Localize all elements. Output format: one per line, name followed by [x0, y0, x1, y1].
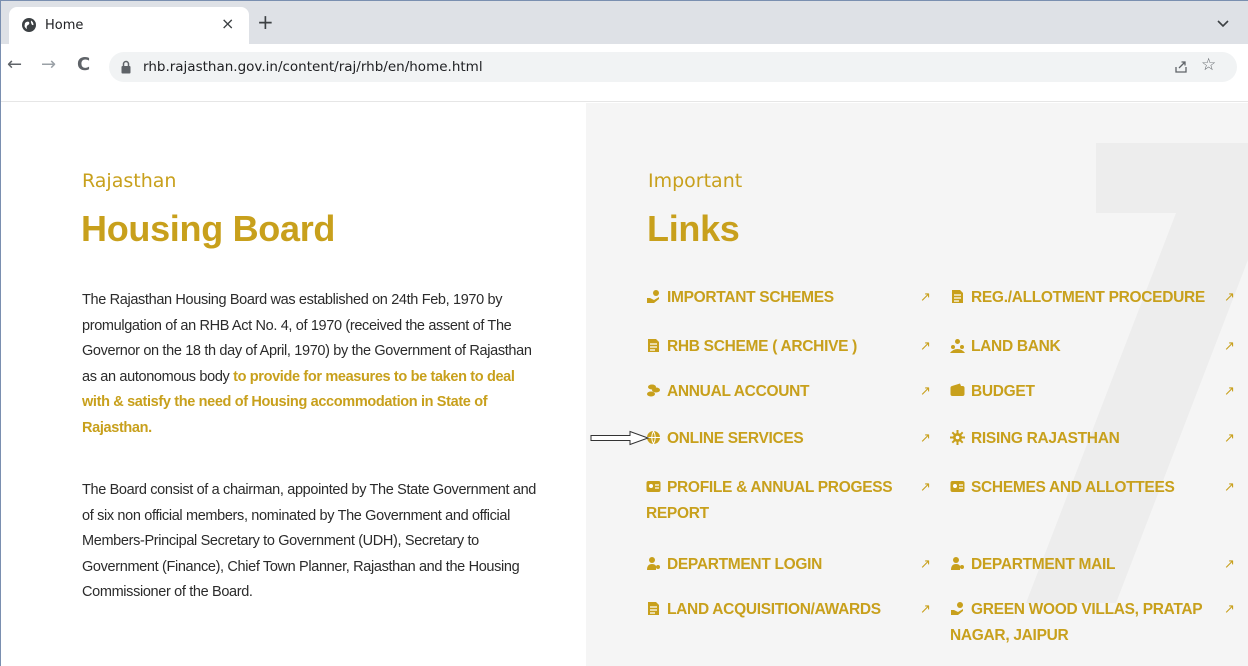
external-arrow-icon[interactable]: ↗ — [1224, 557, 1235, 572]
lock-icon[interactable] — [121, 60, 131, 74]
link-label: PROFILE & ANNUAL PROGESS REPORT — [646, 479, 893, 522]
link-label: LAND BANK — [971, 338, 1061, 355]
link-label: LAND ACQUISITION/AWARDS — [667, 601, 881, 618]
link-budget[interactable]: BUDGET — [950, 379, 1215, 405]
link-department-mail[interactable]: DEPARTMENT MAIL — [950, 552, 1215, 578]
external-arrow-icon[interactable]: ↗ — [1224, 431, 1235, 446]
wallet-icon — [950, 383, 965, 396]
external-arrow-icon[interactable]: ↗ — [1224, 384, 1235, 399]
money-hand-icon — [647, 290, 659, 303]
new-tab-button[interactable]: + — [257, 12, 274, 32]
external-arrow-icon[interactable]: ↗ — [920, 602, 931, 617]
external-arrow-icon[interactable]: ↗ — [920, 431, 931, 446]
link-label: ANNUAL ACCOUNT — [667, 383, 810, 400]
external-arrow-icon[interactable]: ↗ — [1224, 339, 1235, 354]
external-arrow-icon[interactable]: ↗ — [920, 557, 931, 572]
chevron-down-icon[interactable] — [1217, 19, 1229, 29]
address-bar[interactable]: rhb.rajasthan.gov.in/content/raj/rhb/en/… — [109, 52, 1237, 82]
external-arrow-icon[interactable]: ↗ — [1224, 290, 1235, 305]
link-label: RISING RAJASTHAN — [971, 430, 1120, 447]
link-schemes-and-allottees[interactable]: SCHEMES AND ALLOTTEES — [950, 475, 1215, 501]
document-icon — [952, 290, 963, 303]
about-heading: Housing Board — [81, 208, 336, 249]
link-land-bank[interactable]: LAND BANK — [950, 334, 1215, 360]
document-icon — [648, 339, 659, 352]
settings-icon — [950, 430, 965, 445]
link-label: RHB SCHEME ( ARCHIVE ) — [667, 338, 858, 355]
link-rising-rajasthan[interactable]: RISING RAJASTHAN — [950, 426, 1215, 452]
forward-button[interactable]: → — [41, 56, 56, 74]
link-rhb-scheme-archive[interactable]: RHB SCHEME ( ARCHIVE ) — [646, 334, 916, 360]
tab-strip: Home × + — [1, 1, 1248, 44]
tab-home[interactable]: Home × — [9, 7, 249, 44]
link-land-acquisition-awards[interactable]: LAND ACQUISITION/AWARDS — [646, 597, 916, 623]
link-label: SCHEMES AND ALLOTTEES — [971, 479, 1175, 496]
link-online-services[interactable]: ONLINE SERVICES — [646, 426, 916, 452]
money-hand-icon — [951, 602, 963, 615]
link-department-login[interactable]: DEPARTMENT LOGIN — [646, 552, 916, 578]
link-label: GREEN WOOD VILLAS, PRATAP NAGAR, JAIPUR — [950, 601, 1203, 644]
external-arrow-icon[interactable]: ↗ — [920, 384, 931, 399]
pointer-arrow-icon — [590, 430, 650, 446]
user-key-icon — [951, 557, 964, 570]
link-label: BUDGET — [971, 383, 1035, 400]
browser-toolbar: ← → C rhb.rajasthan.gov.in/content/raj/r… — [1, 44, 1248, 102]
link-reg-allotment-procedure[interactable]: REG./ALLOTMENT PROCEDURE — [950, 285, 1215, 311]
external-arrow-icon[interactable]: ↗ — [920, 480, 931, 495]
external-arrow-icon[interactable]: ↗ — [920, 290, 931, 305]
external-arrow-icon[interactable]: ↗ — [920, 339, 931, 354]
link-label: ONLINE SERVICES — [667, 430, 804, 447]
url-text[interactable]: rhb.rajasthan.gov.in/content/raj/rhb/en/… — [143, 59, 483, 75]
about-paragraph-1: The Rajasthan Housing Board was establis… — [82, 288, 542, 441]
id-card-icon — [950, 481, 965, 492]
coins-icon — [647, 384, 660, 397]
back-button[interactable]: ← — [7, 56, 22, 74]
link-label: IMPORTANT SCHEMES — [667, 289, 834, 306]
browser-chrome: Home × + ← → C rhb.rajasthan.gov.in/cont… — [0, 0, 1248, 102]
link-important-schemes[interactable]: IMPORTANT SCHEMES — [646, 285, 916, 311]
link-annual-account[interactable]: ANNUAL ACCOUNT — [646, 379, 916, 405]
tab-title: Home — [45, 18, 84, 33]
about-kicker: Rajasthan — [82, 170, 177, 192]
id-card-icon — [646, 481, 661, 492]
external-arrow-icon[interactable]: ↗ — [1224, 480, 1235, 495]
bookmark-star-icon[interactable]: ☆ — [1201, 55, 1216, 75]
reload-button[interactable]: C — [77, 56, 90, 74]
document-icon — [648, 602, 659, 615]
link-label: DEPARTMENT LOGIN — [667, 556, 823, 573]
link-label: REG./ALLOTMENT PROCEDURE — [971, 289, 1205, 306]
tab-close-button[interactable]: × — [221, 14, 234, 33]
link-profile-annual-report[interactable]: PROFILE & ANNUAL PROGESS REPORT — [646, 475, 906, 527]
share-icon[interactable] — [1173, 59, 1189, 75]
external-arrow-icon[interactable]: ↗ — [1224, 602, 1235, 617]
links-kicker: Important — [648, 170, 743, 192]
links-heading: Links — [647, 208, 740, 249]
users-icon — [950, 339, 965, 353]
about-paragraph-2: The Board consist of a chairman, appoint… — [82, 482, 537, 600]
user-key-icon — [647, 557, 660, 570]
globe-icon — [22, 18, 36, 32]
link-label: DEPARTMENT MAIL — [971, 556, 1116, 573]
link-green-wood-villas[interactable]: GREEN WOOD VILLAS, PRATAP NAGAR, JAIPUR — [950, 597, 1205, 649]
background-watermark — [1026, 143, 1248, 603]
